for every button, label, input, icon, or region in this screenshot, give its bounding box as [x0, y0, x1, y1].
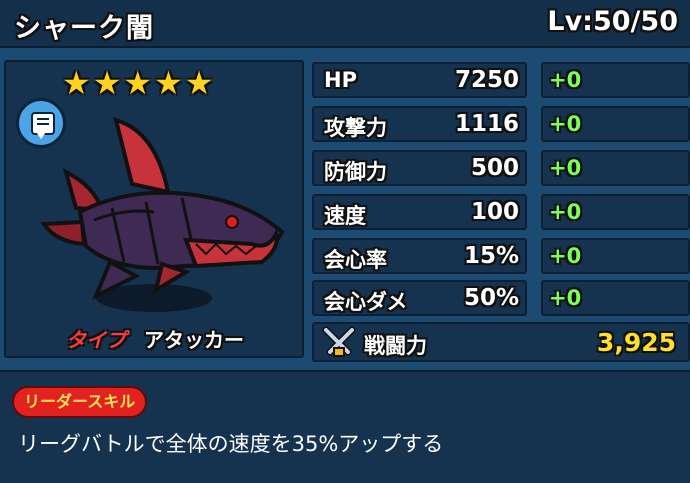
stat-value: 15%	[463, 243, 519, 269]
stat-bonus: +0	[541, 150, 690, 186]
character-level: Lv:50/50	[547, 6, 678, 37]
leader-skill-panel: リーダースキル リーグバトルで全体の速度を35%アップする	[0, 370, 690, 483]
stat-value: 100	[470, 199, 519, 225]
stat-label: 速度	[324, 204, 366, 228]
star-icon: ★	[184, 64, 214, 102]
stat-bonus: +0	[541, 106, 690, 142]
type-label: タイプ	[66, 328, 126, 352]
stat-label: 攻撃力	[324, 116, 387, 140]
star-icon: ★	[123, 64, 153, 102]
character-name: シャーク闇	[14, 13, 154, 44]
star-icon: ★	[92, 64, 122, 102]
stat-bonus: +0	[541, 194, 690, 230]
stat-label: HP	[324, 68, 357, 92]
bonus-value: +0	[549, 68, 582, 92]
stat-value: 7250	[454, 67, 519, 93]
stat-value: 1116	[454, 111, 519, 137]
star-icon: ★	[154, 64, 183, 102]
stat-row-speed: 速度 100	[312, 194, 527, 230]
shark-character-image	[40, 117, 285, 312]
stat-bonus: +0	[541, 280, 690, 316]
stat-label: 会心率	[324, 248, 387, 272]
bonus-value: +0	[549, 112, 582, 136]
stat-label: 防御力	[324, 160, 387, 184]
bonus-value: +0	[549, 244, 582, 268]
stat-row-hp: HP 7250	[312, 62, 527, 98]
rarity-stars: ★ ★ ★ ★ ★	[62, 66, 213, 100]
battle-power-label: 戦闘力	[364, 334, 427, 358]
battle-power-value: 3,925	[596, 328, 676, 357]
stat-row-defense: 防御力 500	[312, 150, 527, 186]
type-row: タイプ アタッカー	[66, 324, 244, 353]
type-value: アタッカー	[144, 328, 244, 352]
stat-row-crit-damage: 会心ダメ 50%	[312, 280, 527, 316]
leader-skill-tag: リーダースキル	[12, 386, 148, 418]
battle-power-row: 戦闘力 3,925	[312, 322, 690, 362]
stat-value: 50%	[463, 285, 519, 311]
header-bar: シャーク闇 Lv:50/50	[0, 0, 690, 48]
stat-row-crit-rate: 会心率 15%	[312, 238, 527, 274]
stat-label: 会心ダメ	[324, 290, 408, 314]
stat-bonus: +0	[541, 62, 690, 98]
character-panel: ★ ★ ★ ★ ★ タイプ アタッカー	[4, 60, 304, 358]
stat-bonus: +0	[541, 238, 690, 274]
leader-skill-description: リーグバトルで全体の速度を35%アップする	[18, 432, 444, 456]
star-icon: ★	[62, 64, 91, 102]
bonus-value: +0	[549, 286, 582, 310]
stat-value: 500	[470, 155, 519, 181]
bonus-value: +0	[549, 156, 582, 180]
bonus-value: +0	[549, 200, 582, 224]
crossed-swords-icon	[322, 326, 356, 357]
stat-row-attack: 攻撃力 1116	[312, 106, 527, 142]
